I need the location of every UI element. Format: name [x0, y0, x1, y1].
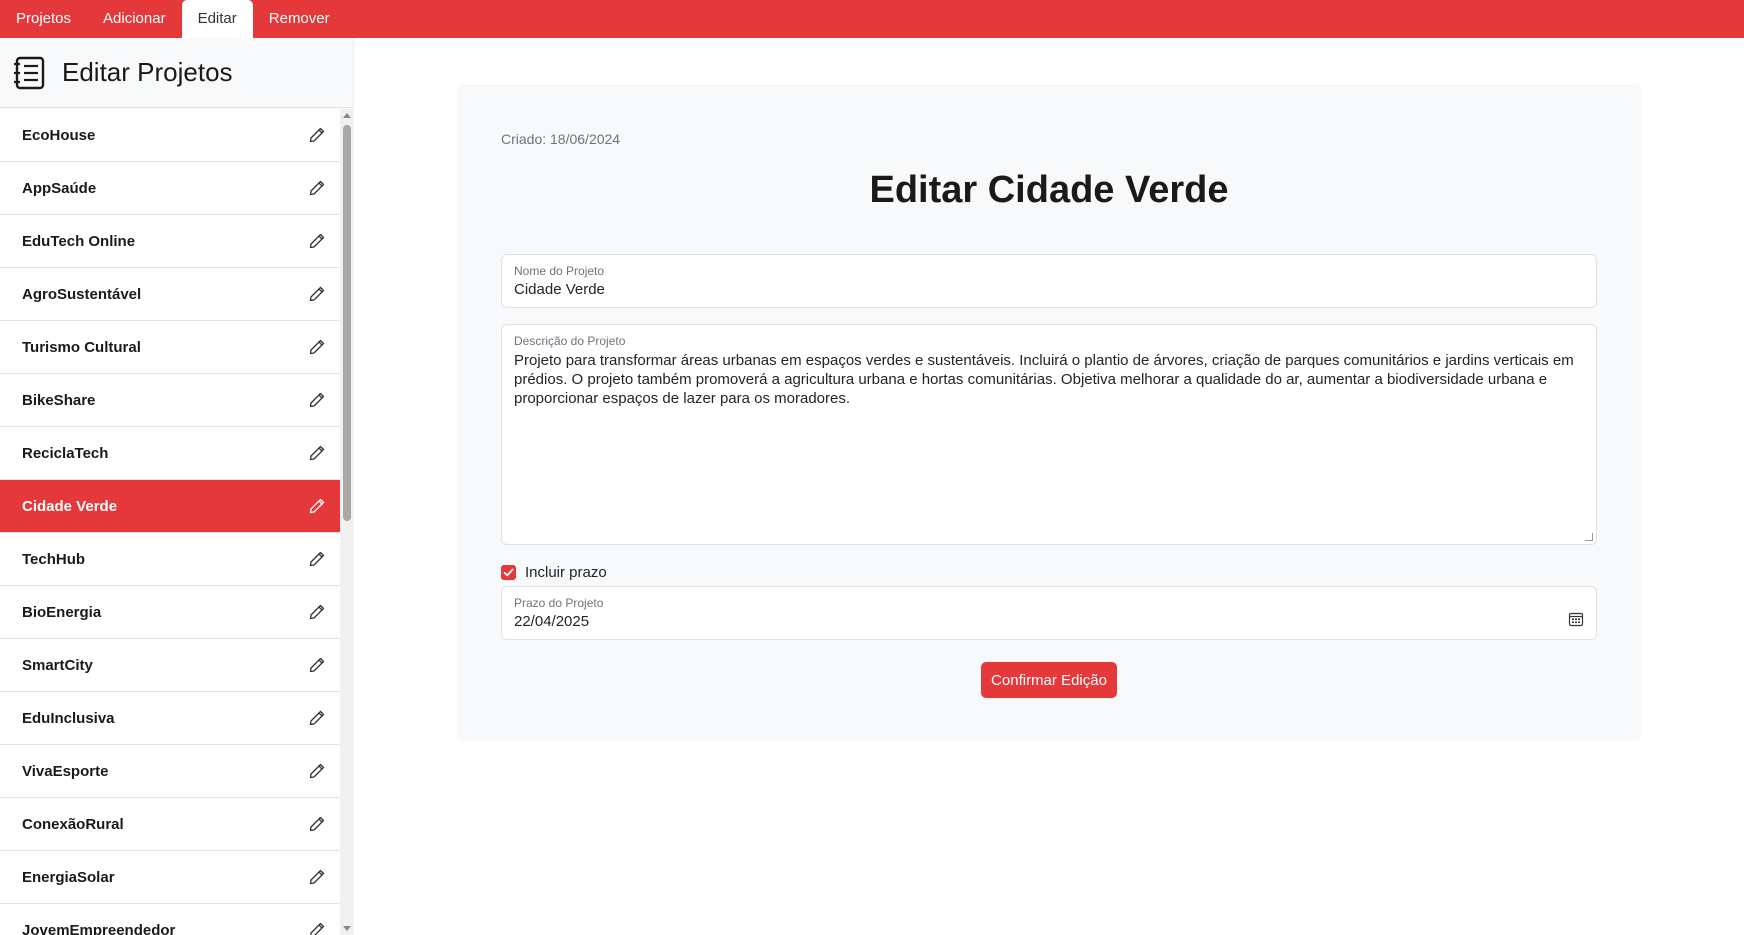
- pencil-icon[interactable]: [308, 656, 326, 674]
- include-deadline-label[interactable]: Incluir prazo: [525, 564, 607, 581]
- sidebar-item-label: ReciclaTech: [22, 444, 109, 462]
- pencil-icon[interactable]: [308, 762, 326, 780]
- edit-project-card: Criado: 18/06/2024 Editar Cidade Verde N…: [457, 84, 1641, 741]
- tab-projetos[interactable]: Projetos: [0, 0, 87, 38]
- scroll-down-arrow-icon[interactable]: [343, 926, 351, 931]
- include-deadline-checkbox[interactable]: [501, 565, 516, 580]
- sidebar-item-label: AppSaúde: [22, 179, 97, 197]
- project-name-label: Nome do Projeto: [514, 264, 605, 278]
- sidebar-item-label: VivaEsporte: [22, 762, 109, 780]
- sidebar-item-edutech-online[interactable]: EduTech Online: [0, 215, 340, 268]
- pencil-icon[interactable]: [308, 921, 326, 935]
- pencil-icon[interactable]: [308, 338, 326, 356]
- pencil-icon[interactable]: [308, 868, 326, 886]
- project-deadline-label: Prazo do Projeto: [514, 596, 604, 610]
- sidebar-item-label: EcoHouse: [22, 126, 96, 144]
- pencil-icon[interactable]: [308, 126, 326, 144]
- sidebar-item-label: TechHub: [22, 550, 86, 568]
- sidebar-item-eduinclusiva[interactable]: EduInclusiva: [0, 692, 340, 745]
- calendar-icon[interactable]: [1568, 611, 1584, 627]
- project-deadline-value[interactable]: 22/04/2025: [514, 613, 589, 630]
- project-deadline-field[interactable]: Prazo do Projeto 22/04/2025: [501, 586, 1597, 640]
- sidebar-item-vivaesporte[interactable]: VivaEsporte: [0, 745, 340, 798]
- sidebar-item-bikeshare[interactable]: BikeShare: [0, 374, 340, 427]
- pencil-icon[interactable]: [308, 232, 326, 250]
- pencil-icon[interactable]: [308, 550, 326, 568]
- sidebar-item-label: EduTech Online: [22, 232, 136, 250]
- pencil-icon[interactable]: [308, 391, 326, 409]
- scrollbar-thumb[interactable]: [343, 125, 351, 521]
- tab-remover[interactable]: Remover: [253, 0, 346, 38]
- project-list-container: EcoHouse AppSaúde EduTech Online AgroSus…: [0, 109, 354, 935]
- project-description-field[interactable]: Descrição do Projeto Projeto para transf…: [501, 324, 1597, 545]
- pencil-icon[interactable]: [308, 603, 326, 621]
- sidebar-item-ecohouse[interactable]: EcoHouse: [0, 109, 340, 162]
- project-description-value[interactable]: Projeto para transformar áreas urbanas e…: [514, 351, 1584, 408]
- sidebar-header: Editar Projetos: [0, 38, 353, 108]
- sidebar-item-label: ConexãoRural: [22, 815, 124, 833]
- sidebar-item-label: Turismo Cultural: [22, 338, 141, 356]
- pencil-icon[interactable]: [308, 709, 326, 727]
- sidebar: Editar Projetos EcoHouse AppSaúde EduTec…: [0, 38, 354, 935]
- pencil-icon[interactable]: [308, 444, 326, 462]
- sidebar-item-label: JovemEmpreendedor: [22, 921, 176, 935]
- created-date: Criado: 18/06/2024: [501, 131, 621, 147]
- sidebar-item-agrosustentavel[interactable]: AgroSustentável: [0, 268, 340, 321]
- sidebar-item-label: SmartCity: [22, 656, 93, 674]
- list-document-icon: [14, 56, 46, 90]
- sidebar-title: Editar Projetos: [62, 57, 233, 87]
- sidebar-scrollbar[interactable]: [340, 109, 354, 935]
- include-deadline-row[interactable]: Incluir prazo: [501, 564, 607, 581]
- top-nav: Projetos Adicionar Editar Remover: [0, 0, 1744, 38]
- sidebar-item-conexaorural[interactable]: ConexãoRural: [0, 798, 340, 851]
- sidebar-item-reciclatech[interactable]: ReciclaTech: [0, 427, 340, 480]
- tab-editar[interactable]: Editar: [181, 0, 253, 38]
- confirm-edit-button[interactable]: Confirmar Edição: [981, 662, 1117, 698]
- sidebar-item-cidade-verde[interactable]: Cidade Verde: [0, 480, 340, 533]
- page-title: Editar Cidade Verde: [869, 169, 1229, 211]
- sidebar-item-techhub[interactable]: TechHub: [0, 533, 340, 586]
- sidebar-item-smartcity[interactable]: SmartCity: [0, 639, 340, 692]
- pencil-icon[interactable]: [308, 497, 326, 515]
- sidebar-item-label: BioEnergia: [22, 603, 102, 621]
- pencil-icon[interactable]: [308, 815, 326, 833]
- pencil-icon[interactable]: [308, 285, 326, 303]
- sidebar-item-bioenergia[interactable]: BioEnergia: [0, 586, 340, 639]
- sidebar-item-label: AgroSustentável: [22, 285, 142, 303]
- sidebar-item-label: EduInclusiva: [22, 709, 115, 727]
- sidebar-item-label: BikeShare: [22, 391, 96, 409]
- sidebar-item-energiasolar[interactable]: EnergiaSolar: [0, 851, 340, 904]
- sidebar-item-label: EnergiaSolar: [22, 868, 115, 886]
- project-list: EcoHouse AppSaúde EduTech Online AgroSus…: [0, 109, 340, 935]
- project-name-value[interactable]: Cidade Verde: [514, 281, 605, 298]
- project-name-field[interactable]: Nome do Projeto Cidade Verde: [501, 254, 1597, 308]
- sidebar-item-appsaude[interactable]: AppSaúde: [0, 162, 340, 215]
- resize-handle-icon[interactable]: [1585, 533, 1593, 541]
- sidebar-item-jovemempreendedor[interactable]: JovemEmpreendedor: [0, 904, 340, 935]
- project-description-label: Descrição do Projeto: [514, 334, 626, 348]
- pencil-icon[interactable]: [308, 179, 326, 197]
- tab-adicionar[interactable]: Adicionar: [87, 0, 182, 38]
- scroll-up-arrow-icon[interactable]: [343, 113, 351, 118]
- sidebar-item-label: Cidade Verde: [22, 497, 118, 515]
- sidebar-item-turismo-cultural[interactable]: Turismo Cultural: [0, 321, 340, 374]
